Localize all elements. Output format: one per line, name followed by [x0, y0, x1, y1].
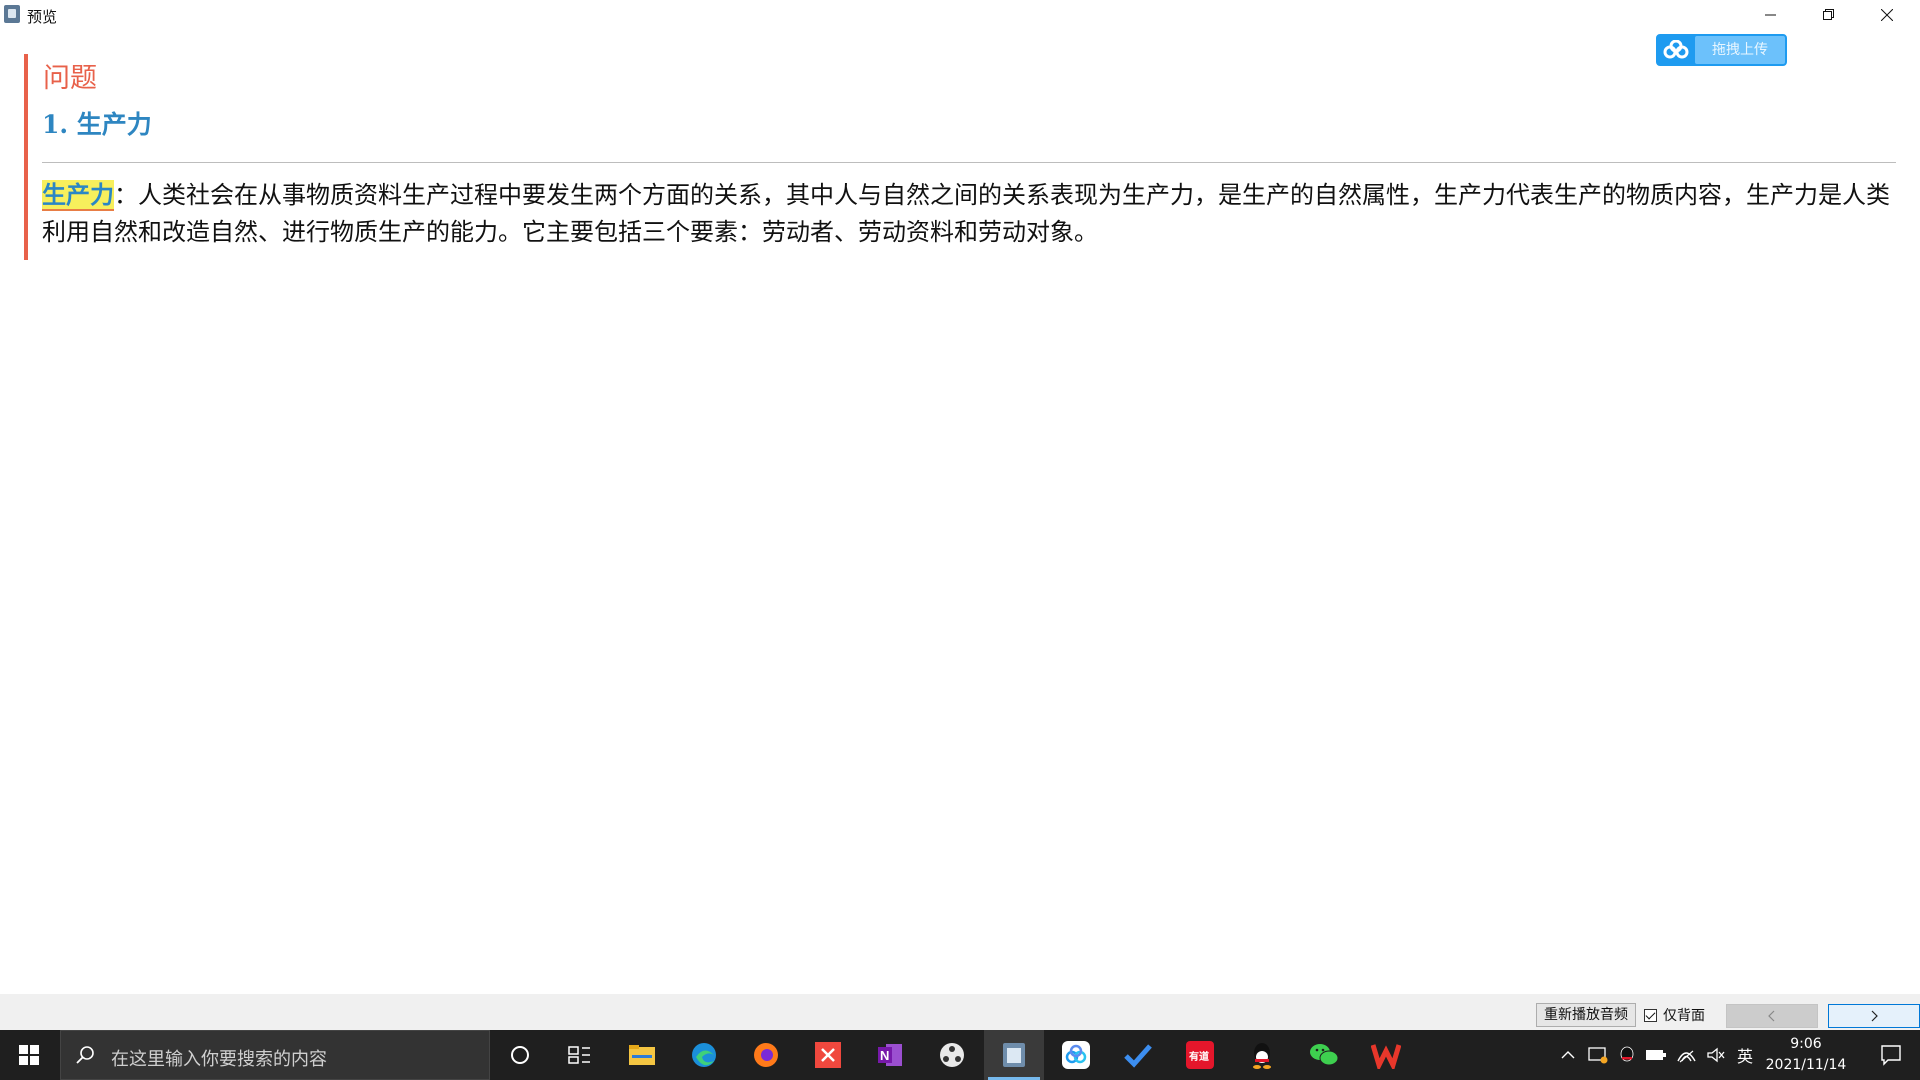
battery-icon[interactable]: [1642, 1030, 1670, 1080]
answer-text: 生产力：人类社会在从事物质资料生产过程中要发生两个方面的关系，其中人与自然之间的…: [42, 176, 1892, 251]
qq-tray-icon[interactable]: [1614, 1030, 1640, 1080]
window-title: 预览: [27, 8, 58, 26]
highlighted-term: 生产力: [42, 180, 114, 211]
cortana-icon[interactable]: [490, 1030, 550, 1080]
upload-label: 拖拽上传: [1695, 36, 1785, 64]
xmind-icon[interactable]: [798, 1030, 858, 1080]
taskbar: 在这里输入你要搜索的内容 N 有道 英 9:06 2021/11/14: [0, 1030, 1920, 1080]
ime-indicator[interactable]: 英: [1732, 1030, 1758, 1080]
app-icon: [4, 5, 20, 23]
youdao-icon[interactable]: 有道: [1170, 1030, 1230, 1080]
title-bar: 预览: [0, 0, 1920, 30]
show-hidden-icons-chevron-up-icon[interactable]: [1556, 1030, 1580, 1080]
wifi-icon[interactable]: [1672, 1030, 1700, 1080]
restore-button[interactable]: [1800, 0, 1858, 30]
windows-logo-icon: [19, 1045, 39, 1065]
baidu-netdisk-icon[interactable]: [1046, 1030, 1106, 1080]
question-heading: 1. 生产力: [42, 110, 152, 139]
svg-text:N: N: [880, 1048, 889, 1063]
clock-time: 9:06: [1790, 1036, 1822, 1052]
todo-icon[interactable]: [1108, 1030, 1168, 1080]
close-button[interactable]: [1858, 0, 1916, 30]
task-view-icon[interactable]: [550, 1030, 610, 1080]
start-button[interactable]: [0, 1030, 58, 1080]
notification-center-icon[interactable]: [1866, 1030, 1916, 1080]
close-icon: [1881, 9, 1893, 21]
preview-app-icon[interactable]: [984, 1030, 1044, 1080]
chevron-right-icon: [1871, 1010, 1878, 1022]
clock[interactable]: 9:06 2021/11/14: [1756, 1034, 1856, 1076]
card-accent-bar: [24, 54, 28, 260]
search-placeholder: 在这里输入你要搜索的内容: [111, 1049, 327, 1070]
question-label: 问题: [43, 63, 97, 94]
definition-text: ：人类社会在从事物质资料生产过程中要发生两个方面的关系，其中人与自然之间的关系表…: [42, 181, 1890, 246]
baidu-cloud-icon: [1657, 35, 1695, 65]
minimize-button[interactable]: [1742, 0, 1800, 30]
security-tray-icon[interactable]: [1584, 1030, 1612, 1080]
wps-icon[interactable]: [1356, 1030, 1416, 1080]
restore-icon: [1823, 9, 1834, 20]
wechat-icon[interactable]: [1294, 1030, 1354, 1080]
clock-date: 2021/11/14: [1765, 1057, 1847, 1073]
chevron-left-icon: [1768, 1010, 1775, 1022]
back-only-checkbox[interactable]: 仅背面: [1644, 1006, 1705, 1024]
previous-button[interactable]: [1726, 1004, 1818, 1028]
davinci-icon[interactable]: [922, 1030, 982, 1080]
search-icon: [76, 1046, 94, 1064]
onenote-icon[interactable]: N: [860, 1030, 920, 1080]
minimize-icon: [1765, 14, 1776, 16]
checkbox-icon[interactable]: [1644, 1008, 1657, 1022]
firefox-icon[interactable]: [736, 1030, 796, 1080]
volume-muted-icon[interactable]: [1702, 1030, 1730, 1080]
taskbar-search-box[interactable]: 在这里输入你要搜索的内容: [60, 1030, 490, 1080]
svg-text:有道: 有道: [1189, 1050, 1209, 1063]
drag-upload-button[interactable]: 拖拽上传: [1656, 34, 1787, 66]
file-explorer-icon[interactable]: [612, 1030, 672, 1080]
divider: [42, 162, 1896, 163]
replay-audio-button[interactable]: 重新播放音频: [1536, 1003, 1636, 1027]
qq-icon[interactable]: [1232, 1030, 1292, 1080]
back-only-label: 仅背面: [1663, 1008, 1705, 1024]
next-button[interactable]: [1828, 1004, 1920, 1028]
edge-icon[interactable]: [674, 1030, 734, 1080]
